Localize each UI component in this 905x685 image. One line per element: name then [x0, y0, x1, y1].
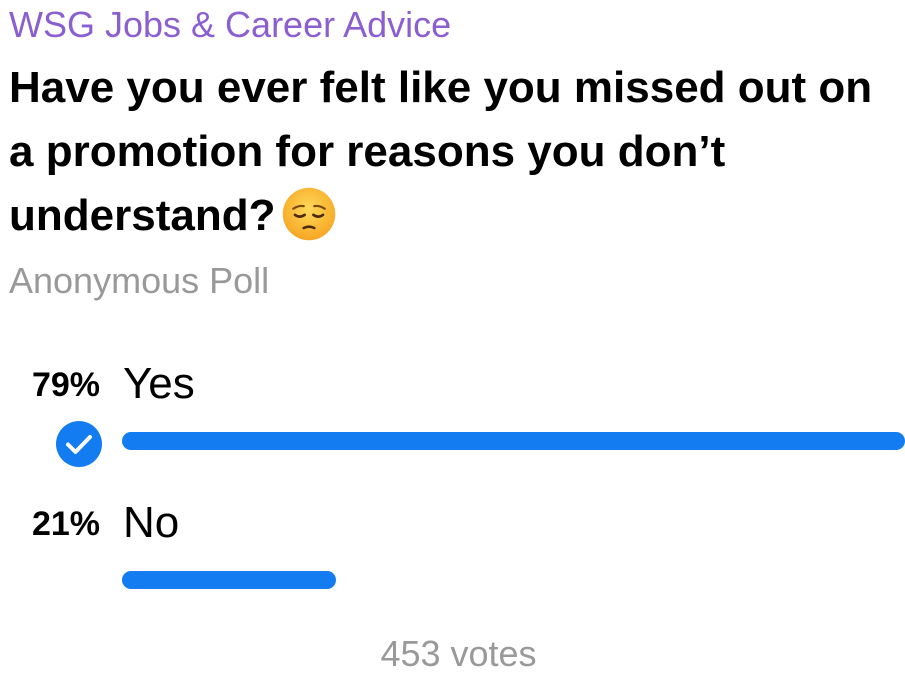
checkmark-circle-icon	[56, 421, 102, 467]
poll-option-no: 21% No	[0, 494, 905, 604]
option-bar	[122, 432, 905, 450]
option-percent: 79%	[31, 366, 100, 404]
poll-question: Have you ever felt like you missed out o…	[9, 56, 889, 248]
pensive-face-icon	[283, 187, 336, 241]
option-bar	[122, 571, 336, 589]
option-label: Yes	[123, 359, 195, 408]
option-bar-track	[122, 432, 905, 450]
option-label: No	[123, 498, 180, 547]
vote-count[interactable]: 453 votes	[0, 633, 905, 675]
poll-option-yes: 79% Yes	[0, 355, 905, 467]
poll-type-label: Anonymous Poll	[9, 260, 270, 301]
poll-question-text: Have you ever felt like you missed out o…	[9, 63, 873, 240]
option-percent: 21%	[31, 505, 100, 543]
option-bar-track	[122, 571, 905, 589]
channel-name[interactable]: WSG Jobs & Career Advice	[9, 4, 451, 46]
